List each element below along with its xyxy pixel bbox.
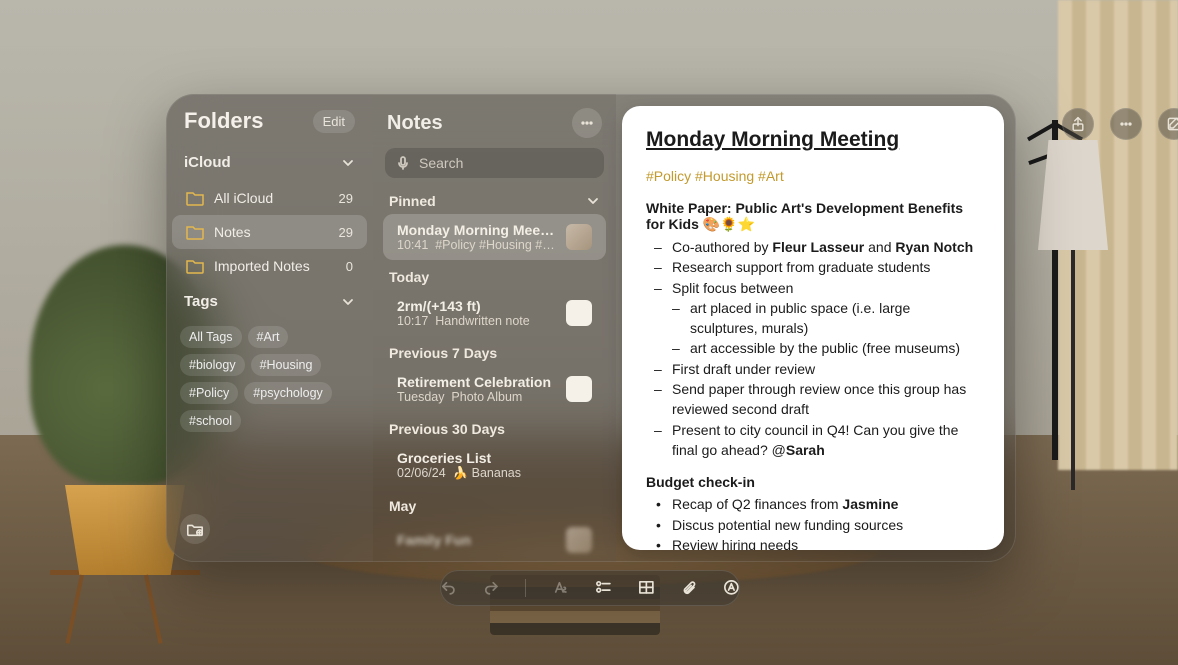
tag-pill[interactable]: #biology bbox=[180, 354, 245, 376]
note-title: Monday Morning Meeting bbox=[646, 128, 980, 152]
notes-window: Folders Edit iCloud All iCloud 29 Notes 29 I… bbox=[166, 94, 1016, 562]
note-row-subtitle: Tuesday Photo Album bbox=[397, 390, 558, 404]
tags-section-header[interactable]: Tags bbox=[166, 283, 373, 320]
group-label: Previous 7 Days bbox=[389, 345, 497, 361]
note-bullet: Co-authored by Fleur Lasseur and Ryan No… bbox=[654, 237, 980, 257]
note-hashtags: #Policy #Housing #Art bbox=[646, 168, 980, 184]
folder-icon bbox=[186, 259, 204, 274]
note-row-title: Family Fun bbox=[397, 532, 558, 548]
note-bullet-list: Co-authored by Fleur Lasseur and Ryan No… bbox=[646, 237, 980, 298]
folder-name: All iCloud bbox=[214, 190, 273, 206]
note-bullet: art accessible by the public (free museu… bbox=[672, 338, 980, 358]
notes-list-pane: Notes Search Pinned Monday Morning Meetin… bbox=[373, 94, 616, 562]
notes-group-header[interactable]: Pinned bbox=[373, 184, 616, 214]
folder-icon bbox=[186, 225, 204, 240]
new-folder-button[interactable] bbox=[180, 514, 210, 544]
share-button[interactable] bbox=[1062, 108, 1094, 140]
folder-item-imported-notes[interactable]: Imported Notes 0 bbox=[172, 249, 367, 283]
chevron-down-icon bbox=[586, 194, 600, 208]
tag-pill[interactable]: #school bbox=[180, 410, 241, 432]
folder-item-all-icloud[interactable]: All iCloud 29 bbox=[172, 181, 367, 215]
note-section-heading: Budget check-in bbox=[646, 474, 980, 490]
note-bullet: Present to city council in Q4! Can you g… bbox=[654, 420, 980, 461]
note-bullet: Discus potential new funding sources bbox=[654, 515, 980, 535]
notes-group-header: May bbox=[373, 489, 616, 519]
search-input[interactable]: Search bbox=[385, 148, 604, 178]
notes-count-footer: 29 Notes bbox=[373, 561, 616, 562]
folders-sidebar: Folders Edit iCloud All iCloud 29 Notes 29 I… bbox=[166, 94, 373, 562]
folder-count: 0 bbox=[346, 259, 353, 274]
markup-button[interactable] bbox=[723, 579, 740, 597]
note-sub-bullet-list: art placed in public space (i.e. large s… bbox=[646, 298, 980, 359]
compose-button[interactable] bbox=[1158, 108, 1178, 140]
note-more-button[interactable] bbox=[1110, 108, 1142, 140]
folder-name: Notes bbox=[214, 224, 251, 240]
note-row[interactable]: Retirement CelebrationTuesday Photo Albu… bbox=[383, 366, 606, 412]
notes-group-header: Previous 30 Days bbox=[373, 412, 616, 442]
note-bullet: Split focus between bbox=[654, 278, 980, 298]
note-bullet: Review hiring needs bbox=[654, 535, 980, 550]
table-button[interactable] bbox=[638, 579, 655, 597]
toolbar-separator bbox=[525, 579, 526, 597]
tag-pill[interactable]: #Art bbox=[248, 326, 289, 348]
note-bullet: Send paper through review once this grou… bbox=[654, 379, 980, 420]
tags-list: All Tags #Art#biology #Housing #Policy #psyc… bbox=[166, 320, 373, 438]
note-row-title: 2rm/(+143 ft) bbox=[397, 298, 558, 314]
notes-group-header: Today bbox=[373, 260, 616, 290]
folders-title: Folders bbox=[184, 108, 263, 134]
search-placeholder: Search bbox=[419, 155, 463, 171]
redo-button[interactable] bbox=[483, 579, 500, 597]
note-row[interactable]: Monday Morning Meeting10:41 #Policy #Hou… bbox=[383, 214, 606, 260]
format-toolbar bbox=[440, 570, 740, 606]
note-thumbnail bbox=[566, 376, 592, 402]
chevron-down-icon bbox=[341, 295, 355, 309]
account-section-label: iCloud bbox=[184, 154, 231, 171]
list-more-button[interactable] bbox=[572, 108, 602, 138]
tags-section-label: Tags bbox=[184, 293, 218, 310]
group-label: Pinned bbox=[389, 193, 436, 209]
folder-name: Imported Notes bbox=[214, 258, 310, 274]
note-row-subtitle: 10:17 Handwritten note bbox=[397, 314, 558, 328]
tag-pill[interactable]: All Tags bbox=[180, 326, 242, 348]
note-thumbnail bbox=[566, 527, 592, 553]
checklist-button[interactable] bbox=[595, 579, 612, 597]
undo-button[interactable] bbox=[440, 579, 457, 597]
note-bullet-list: First draft under review Send paper thro… bbox=[646, 359, 980, 460]
note-row[interactable]: Family Fun bbox=[383, 519, 606, 561]
folder-count: 29 bbox=[339, 191, 353, 206]
note-bullet: art placed in public space (i.e. large s… bbox=[672, 298, 980, 339]
note-bullet-list: Recap of Q2 finances from Jasmine Discus… bbox=[646, 494, 980, 550]
notes-group-header: Previous 7 Days bbox=[373, 336, 616, 366]
note-row-subtitle: 02/06/24 🍌 Bananas bbox=[397, 466, 592, 481]
tag-pill[interactable]: #psychology bbox=[244, 382, 332, 404]
folder-item-notes[interactable]: Notes 29 bbox=[172, 215, 367, 249]
group-label: Previous 30 Days bbox=[389, 421, 505, 437]
account-section-header[interactable]: iCloud bbox=[166, 144, 373, 181]
note-editor[interactable]: Monday Morning Meeting #Policy #Housing … bbox=[622, 106, 1004, 550]
note-row-subtitle: 10:41 #Policy #Housing #Art bbox=[397, 238, 558, 252]
group-label: Today bbox=[389, 269, 429, 285]
dictate-icon bbox=[395, 155, 411, 171]
note-bullet: First draft under review bbox=[654, 359, 980, 379]
note-row[interactable]: 2rm/(+143 ft)10:17 Handwritten note bbox=[383, 290, 606, 336]
note-row-title: Monday Morning Meeting bbox=[397, 222, 558, 238]
chevron-down-icon bbox=[341, 156, 355, 170]
note-section-heading: White Paper: Public Art's Development Be… bbox=[646, 200, 980, 233]
folder-count: 29 bbox=[339, 225, 353, 240]
edit-button[interactable]: Edit bbox=[313, 110, 355, 133]
note-row-title: Groceries List bbox=[397, 450, 592, 466]
note-thumbnail bbox=[566, 224, 592, 250]
tag-pill[interactable]: #Housing bbox=[251, 354, 322, 376]
tag-pill[interactable]: #Policy bbox=[180, 382, 238, 404]
note-row-title: Retirement Celebration bbox=[397, 374, 558, 390]
note-row[interactable]: Groceries List02/06/24 🍌 Bananas bbox=[383, 442, 606, 489]
note-thumbnail bbox=[566, 300, 592, 326]
attachment-button[interactable] bbox=[681, 579, 698, 597]
notes-list-title: Notes bbox=[387, 112, 564, 135]
group-label: May bbox=[389, 498, 416, 514]
text-style-button[interactable] bbox=[552, 579, 569, 597]
folder-icon bbox=[186, 191, 204, 206]
note-bullet: Recap of Q2 finances from Jasmine bbox=[654, 494, 980, 514]
note-bullet: Research support from graduate students bbox=[654, 257, 980, 277]
